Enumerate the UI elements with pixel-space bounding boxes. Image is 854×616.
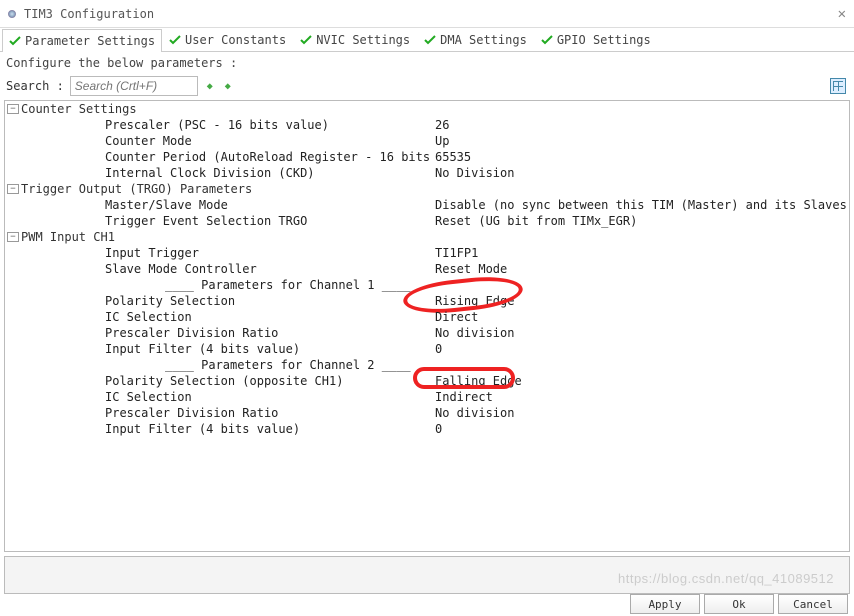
param-label: Counter Mode <box>5 134 435 148</box>
collapse-icon[interactable]: − <box>7 104 19 114</box>
section-header-trigger[interactable]: − Trigger Output (TRGO) Parameters <box>5 181 849 197</box>
param-value[interactable]: No division <box>435 406 849 420</box>
param-label: Input Trigger <box>5 246 435 260</box>
param-label: Prescaler Division Ratio <box>5 326 435 340</box>
description-panel <box>4 556 850 594</box>
section-header-counter[interactable]: − Counter Settings <box>5 101 849 117</box>
check-icon <box>300 34 312 46</box>
param-label: IC Selection <box>5 310 435 324</box>
param-group-label: ____ Parameters for Channel 2 ____ <box>5 358 435 372</box>
tab-strip: Parameter Settings User Constants NVIC S… <box>0 28 854 52</box>
param-value[interactable]: Falling Edge <box>435 374 849 388</box>
param-value[interactable]: Direct <box>435 310 849 324</box>
check-icon <box>424 34 436 46</box>
tab-label: User Constants <box>185 33 286 47</box>
section-title: Counter Settings <box>21 102 137 116</box>
param-row[interactable]: Input Filter (4 bits value)0 <box>5 341 849 357</box>
param-label: Master/Slave Mode <box>5 198 435 212</box>
instruction-text: Configure the below parameters : <box>0 52 854 74</box>
tab-label: GPIO Settings <box>557 33 651 47</box>
ok-button[interactable]: Ok <box>704 594 774 614</box>
check-icon <box>9 35 21 47</box>
search-row: Search : ◆ ◆ <box>0 74 854 100</box>
param-label: Internal Clock Division (CKD) <box>5 166 435 180</box>
param-row[interactable]: Input Trigger TI1FP1 <box>5 245 849 261</box>
param-label: Polarity Selection <box>5 294 435 308</box>
window-title: TIM3 Configuration <box>24 7 154 21</box>
tab-label: DMA Settings <box>440 33 527 47</box>
param-row[interactable]: IC SelectionDirect <box>5 309 849 325</box>
param-value[interactable]: Rising Edge <box>435 294 849 308</box>
param-label: IC Selection <box>5 390 435 404</box>
param-value[interactable]: 26 <box>435 118 849 132</box>
param-label: Counter Period (AutoReload Register - 16… <box>5 150 435 164</box>
tab-label: Parameter Settings <box>25 34 155 48</box>
cancel-button[interactable]: Cancel <box>778 594 848 614</box>
search-label: Search : <box>6 79 64 93</box>
param-value[interactable]: 0 <box>435 422 849 436</box>
grid-view-icon[interactable] <box>830 78 846 94</box>
tab-nvic-settings[interactable]: NVIC Settings <box>293 28 417 51</box>
param-value[interactable]: No division <box>435 326 849 340</box>
parameter-tree: − Counter Settings Prescaler (PSC - 16 b… <box>4 100 850 552</box>
param-value[interactable]: TI1FP1 <box>435 246 849 260</box>
search-next-icon[interactable]: ◆ <box>222 80 234 92</box>
param-value[interactable]: Reset (UG bit from TIMx_EGR) <box>435 214 849 228</box>
param-group-label: ____ Parameters for Channel 1 ____ <box>5 278 435 292</box>
param-row[interactable]: Slave Mode ControllerReset Mode <box>5 261 849 277</box>
param-row[interactable]: Input Filter (4 bits value)0 <box>5 421 849 437</box>
param-row[interactable]: Master/Slave ModeDisable (no sync betwee… <box>5 197 849 213</box>
section-title: Trigger Output (TRGO) Parameters <box>21 182 252 196</box>
app-icon <box>8 10 16 18</box>
param-label: Input Filter (4 bits value) <box>5 342 435 356</box>
param-value[interactable]: Up <box>435 134 849 148</box>
param-value[interactable]: 0 <box>435 342 849 356</box>
tab-gpio-settings[interactable]: GPIO Settings <box>534 28 658 51</box>
param-value[interactable]: Disable (no sync between this TIM (Maste… <box>435 198 849 212</box>
tab-user-constants[interactable]: User Constants <box>162 28 293 51</box>
param-label: Slave Mode Controller <box>5 262 435 276</box>
apply-button[interactable]: Apply <box>630 594 700 614</box>
param-row[interactable]: IC SelectionIndirect <box>5 389 849 405</box>
tab-parameter-settings[interactable]: Parameter Settings <box>2 29 162 52</box>
param-row[interactable]: Counter Period (AutoReload Register - 16… <box>5 149 849 165</box>
param-label: Prescaler (PSC - 16 bits value) <box>5 118 435 132</box>
search-prev-icon[interactable]: ◆ <box>204 80 216 92</box>
tab-label: NVIC Settings <box>316 33 410 47</box>
check-icon <box>541 34 553 46</box>
dialog-buttons: Apply Ok Cancel <box>630 592 854 616</box>
param-label: Trigger Event Selection TRGO <box>5 214 435 228</box>
param-label: Polarity Selection (opposite CH1) <box>5 374 435 388</box>
collapse-icon[interactable]: − <box>7 232 19 242</box>
param-row[interactable]: Trigger Event Selection TRGOReset (UG bi… <box>5 213 849 229</box>
param-row-polarity-ch2[interactable]: Polarity Selection (opposite CH1) Fallin… <box>5 373 849 389</box>
param-row[interactable]: Prescaler Division RatioNo division <box>5 405 849 421</box>
param-value[interactable]: Reset Mode <box>435 262 849 276</box>
section-header-pwm[interactable]: − PWM Input CH1 <box>5 229 849 245</box>
param-label: Prescaler Division Ratio <box>5 406 435 420</box>
param-row[interactable]: Counter ModeUp <box>5 133 849 149</box>
tab-dma-settings[interactable]: DMA Settings <box>417 28 534 51</box>
param-value[interactable]: Indirect <box>435 390 849 404</box>
collapse-icon[interactable]: − <box>7 184 19 194</box>
param-value[interactable]: 65535 <box>435 150 849 164</box>
param-row-polarity-ch1[interactable]: Polarity Selection Rising Edge <box>5 293 849 309</box>
check-icon <box>169 34 181 46</box>
param-group-ch1: ____ Parameters for Channel 1 ____ <box>5 277 849 293</box>
title-bar: TIM3 Configuration ✕ <box>0 0 854 28</box>
search-input[interactable] <box>70 76 198 96</box>
close-icon[interactable]: ✕ <box>838 6 846 22</box>
param-row[interactable]: Prescaler Division RatioNo division <box>5 325 849 341</box>
param-row[interactable]: Internal Clock Division (CKD)No Division <box>5 165 849 181</box>
section-title: PWM Input CH1 <box>21 230 115 244</box>
param-row[interactable]: Prescaler (PSC - 16 bits value)26 <box>5 117 849 133</box>
param-label: Input Filter (4 bits value) <box>5 422 435 436</box>
param-value[interactable]: No Division <box>435 166 849 180</box>
param-group-ch2: ____ Parameters for Channel 2 ____ <box>5 357 849 373</box>
